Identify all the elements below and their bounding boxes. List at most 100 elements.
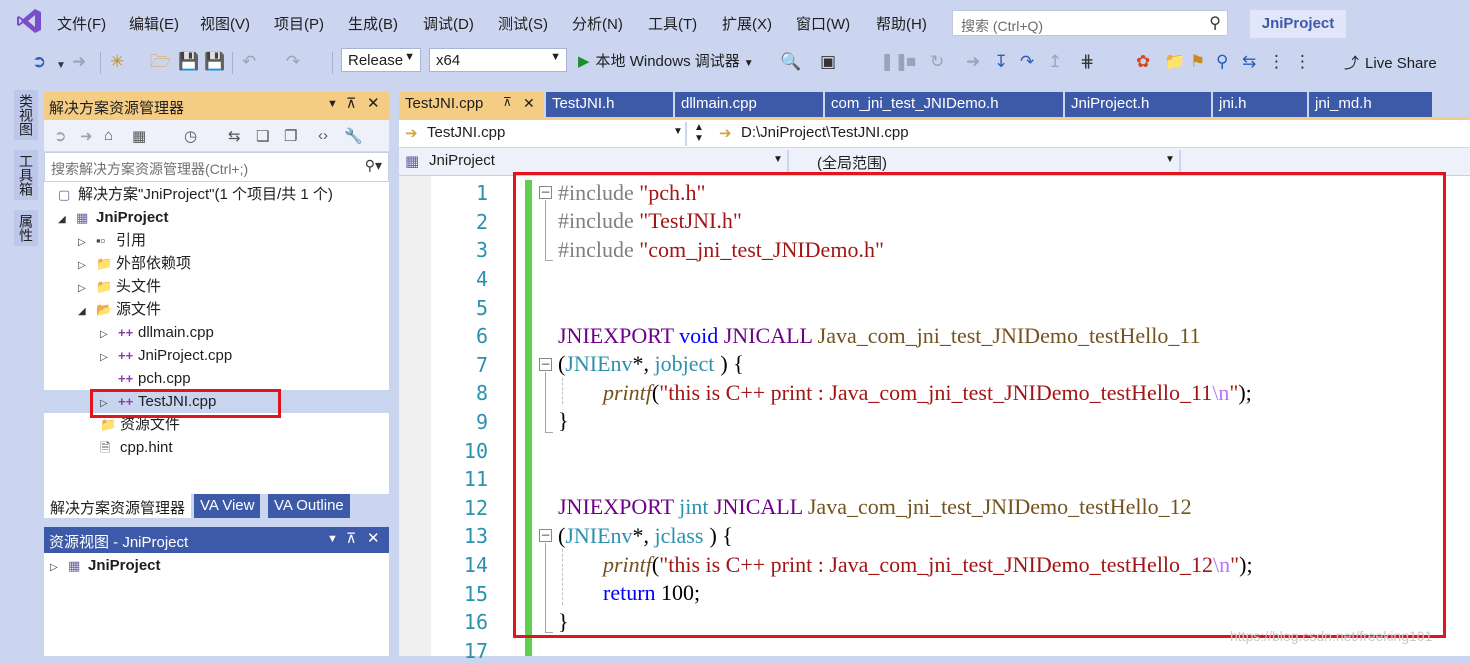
collapsed-arrow-icon[interactable]: ▷: [100, 347, 118, 369]
tree-project[interactable]: ◢ ▦ JniProject: [58, 207, 169, 229]
expanded-arrow-icon[interactable]: ◢: [58, 209, 76, 231]
scope-dropdown[interactable]: (全局范围) ▼: [791, 150, 1181, 174]
tab-jniproject-h[interactable]: JniProject.h: [1065, 92, 1211, 117]
close-icon[interactable]: ✕: [367, 529, 380, 547]
menu-project[interactable]: 项目(P): [274, 13, 324, 34]
step-into-icon[interactable]: ↧: [994, 52, 1008, 72]
menu-test[interactable]: 测试(S): [498, 13, 548, 34]
save-icon[interactable]: 💾: [178, 52, 199, 72]
tree-jniproject-cpp[interactable]: ▷ ++ JniProject.cpp: [100, 345, 232, 367]
expanded-arrow-icon[interactable]: ◢: [78, 301, 96, 323]
save-all-icon[interactable]: 💾: [204, 52, 225, 72]
redo-icon[interactable]: ↷: [286, 52, 300, 72]
tab-va-outline[interactable]: VA Outline: [268, 494, 350, 518]
forward-icon[interactable]: ➜: [72, 52, 86, 72]
undo-icon[interactable]: ↶: [242, 52, 256, 72]
step-out-icon[interactable]: ↥: [1048, 52, 1062, 72]
menu-analyze[interactable]: 分析(N): [572, 13, 623, 34]
collapse-all-icon[interactable]: ❏: [256, 127, 269, 145]
collapsed-arrow-icon[interactable]: ▷: [78, 232, 96, 254]
tree-external-deps[interactable]: ▷ 📁 外部依赖项: [78, 253, 191, 275]
sync-icon[interactable]: ⇆: [228, 127, 241, 145]
forward-icon[interactable]: ➜: [80, 127, 93, 145]
pin-icon[interactable]: ⊼: [346, 530, 356, 547]
collapsed-arrow-icon[interactable]: ▷: [100, 324, 118, 346]
collapsed-arrow-icon[interactable]: ▷: [78, 278, 96, 300]
menu-file[interactable]: 文件(F): [57, 13, 106, 34]
step-over-icon[interactable]: ↷: [1020, 52, 1034, 72]
show-all-files-icon[interactable]: ❐: [284, 127, 297, 145]
tree-solution[interactable]: ▢ 解决方案"JniProject"(1 个项目/共 1 个): [58, 184, 333, 206]
tab-testjni-cpp[interactable]: TestJNI.cpp ⊼ ✕: [399, 92, 544, 117]
comment-icon[interactable]: ⋮: [1268, 52, 1285, 72]
tree-cpp-hint[interactable]: 🗎 cpp.hint: [100, 437, 173, 459]
find-symbol-icon[interactable]: ⚑: [1190, 52, 1205, 72]
pin-icon[interactable]: ⊼: [346, 95, 356, 112]
toolbox-tab[interactable]: 工具箱: [14, 150, 38, 200]
new-project-icon[interactable]: ✳: [110, 52, 124, 72]
restart-icon[interactable]: ↻: [930, 52, 944, 72]
pending-changes-icon[interactable]: ◷: [184, 127, 197, 145]
stop-icon[interactable]: ■: [906, 52, 916, 72]
close-icon[interactable]: ✕: [367, 94, 380, 112]
menu-view[interactable]: 视图(V): [200, 13, 250, 34]
uncomment-icon[interactable]: ⋮: [1294, 52, 1311, 72]
tab-dllmain-cpp[interactable]: dllmain.cpp: [675, 92, 823, 117]
collapsed-arrow-icon[interactable]: ▷: [78, 255, 96, 277]
show-next-statement-icon[interactable]: ➜: [966, 52, 980, 72]
split-arrows-icon[interactable]: ▲ ▼: [694, 122, 704, 144]
hex-icon[interactable]: ⋕: [1080, 52, 1094, 72]
folder-icon[interactable]: 📁: [1164, 52, 1185, 72]
back-dropdown-icon[interactable]: ▼: [56, 56, 66, 76]
menu-tools[interactable]: 工具(T): [648, 13, 697, 34]
chevron-down-icon[interactable]: ▼: [327, 533, 338, 545]
start-debugging-button[interactable]: ▶ 本地 Windows 调试器 ▼: [578, 50, 754, 71]
properties-tab[interactable]: 属性: [14, 210, 38, 246]
chevron-down-icon[interactable]: ▼: [327, 98, 338, 110]
menu-edit[interactable]: 编辑(E): [129, 13, 179, 34]
search-input[interactable]: 搜索 (Ctrl+Q) ⚲: [952, 10, 1228, 36]
platform-select[interactable]: x64 ▼: [429, 48, 567, 72]
menu-debug[interactable]: 调试(D): [423, 13, 474, 34]
properties-wrench-icon[interactable]: 🔧: [344, 127, 363, 145]
tab-com-jni-header[interactable]: com_jni_test_JNIDemo.h: [825, 92, 1063, 117]
find-in-files-icon[interactable]: 🔍: [780, 52, 801, 72]
tree-pch-cpp[interactable]: ++ pch.cpp: [118, 368, 191, 390]
tab-testjni-h[interactable]: TestJNI.h: [546, 92, 673, 117]
browser-icon[interactable]: ▣: [820, 52, 836, 72]
tree-references[interactable]: ▷ ▪▫ 引用: [78, 230, 146, 252]
live-share-button[interactable]: ⤴ Live Share: [1344, 52, 1437, 73]
menu-build[interactable]: 生成(B): [348, 13, 398, 34]
back-icon[interactable]: ➲: [54, 127, 67, 145]
back-icon[interactable]: ➲: [32, 52, 46, 72]
tab-jni-h[interactable]: jni.h: [1213, 92, 1307, 117]
tab-solution-explorer[interactable]: 解决方案资源管理器: [44, 494, 192, 518]
menu-window[interactable]: 窗口(W): [796, 13, 850, 34]
menu-extensions[interactable]: 扩展(X): [722, 13, 772, 34]
code-view-icon[interactable]: ‹›: [318, 127, 328, 144]
solution-explorer-search-input[interactable]: 搜索解决方案资源管理器(Ctrl+;) ⚲▾: [44, 152, 389, 182]
switch-views-icon[interactable]: ▦: [132, 127, 146, 145]
pause-icon[interactable]: ❚❚: [880, 52, 909, 72]
collapsed-arrow-icon[interactable]: ▷: [50, 557, 68, 579]
file-dropdown[interactable]: ➔ TestJNI.cpp ▼: [399, 122, 687, 146]
tree-header-files[interactable]: ▷ 📁 头文件: [78, 276, 161, 298]
line-number: 14: [463, 553, 488, 577]
configuration-select[interactable]: Release ▼: [341, 48, 421, 72]
pin-icon[interactable]: ⊼: [503, 95, 512, 109]
tree-dllmain[interactable]: ▷ ++ dllmain.cpp: [100, 322, 214, 344]
project-dropdown[interactable]: ▦ JniProject ▼: [399, 150, 789, 174]
class-view-tab[interactable]: 类视图: [14, 90, 38, 140]
tab-va-view[interactable]: VA View: [194, 494, 261, 518]
navigate-icon[interactable]: ⇆: [1242, 52, 1256, 72]
home-icon[interactable]: ⌂: [104, 127, 113, 144]
menu-help[interactable]: 帮助(H): [876, 13, 927, 34]
close-icon[interactable]: ✕: [523, 95, 535, 112]
extension-icon[interactable]: ✿: [1136, 52, 1150, 72]
resource-tree-root[interactable]: ▷ ▦ JniProject: [50, 555, 161, 577]
tree-source-files[interactable]: ◢ 📂 源文件: [78, 299, 161, 321]
open-folder-icon[interactable]: 🗁: [150, 52, 171, 72]
find-icon[interactable]: ⚲: [1216, 52, 1228, 72]
visual-studio-logo[interactable]: [16, 8, 42, 37]
tab-jni-md-h[interactable]: jni_md.h: [1309, 92, 1432, 117]
